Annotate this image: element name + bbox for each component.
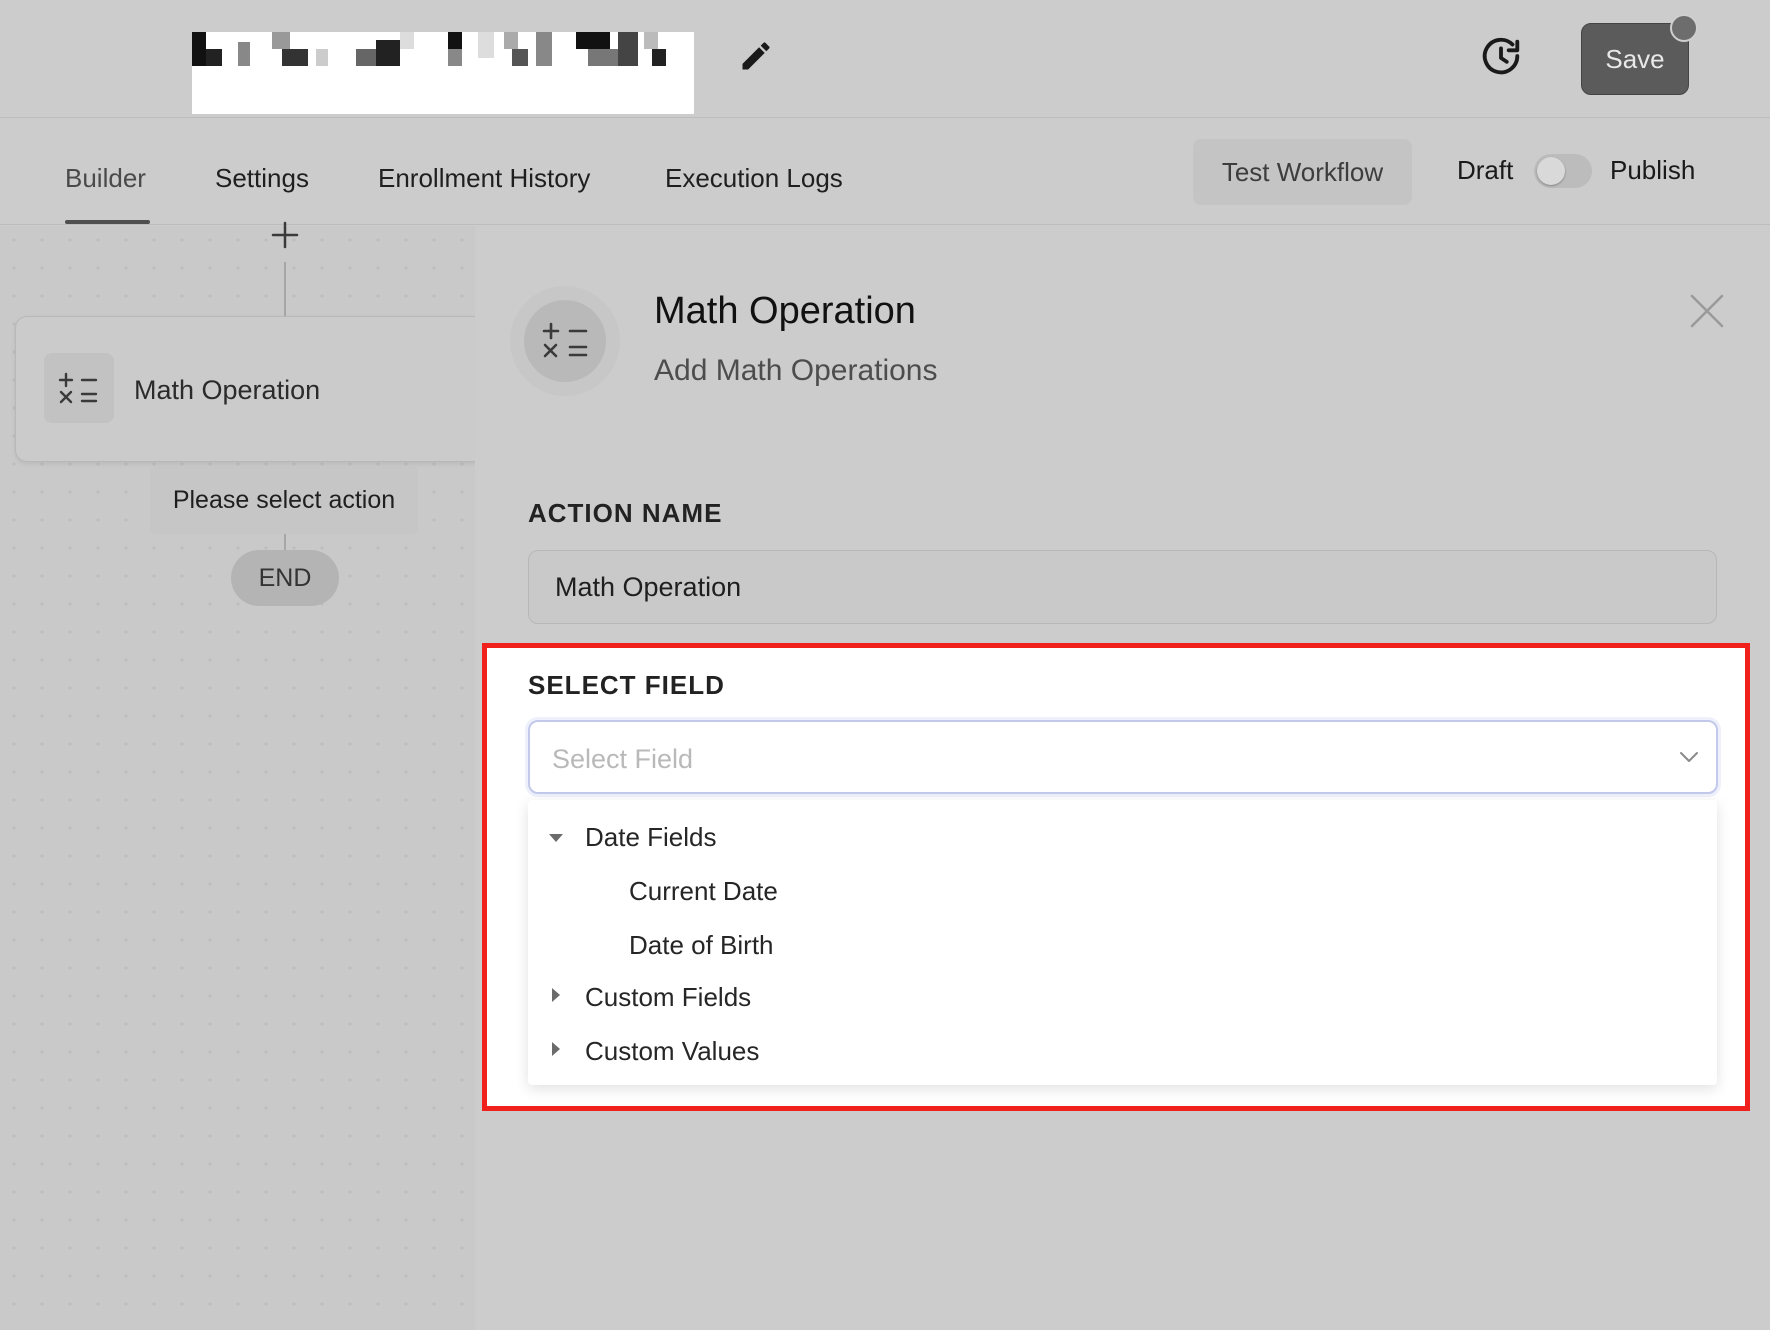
end-node: END	[231, 550, 339, 606]
connector-line	[284, 534, 286, 550]
action-name-label: ACTION NAME	[528, 498, 723, 528]
select-field-placeholder: Select Field	[552, 744, 694, 774]
tab-builder[interactable]: Builder	[65, 163, 146, 194]
unsaved-indicator-dot	[1670, 14, 1698, 42]
math-operation-icon	[58, 372, 98, 404]
action-name-input[interactable]: Math Operation	[528, 550, 1717, 624]
chevron-down-icon	[1680, 752, 1698, 762]
caret-right-icon[interactable]	[552, 1042, 560, 1056]
add-step-plus-icon[interactable]	[270, 220, 300, 250]
publish-toggle[interactable]	[1534, 154, 1592, 188]
tab-enrollment-history[interactable]: Enrollment History	[378, 163, 590, 194]
caret-down-icon[interactable]	[549, 834, 563, 842]
test-workflow-button[interactable]: Test Workflow	[1193, 139, 1412, 205]
workflow-title-redacted	[192, 32, 694, 114]
math-operation-node[interactable]: Math Operation	[15, 316, 485, 462]
close-icon[interactable]	[1688, 292, 1726, 330]
workflow-tabs-bar: Builder Settings Enrollment History Exec…	[0, 119, 1770, 225]
pencil-edit-icon[interactable]	[738, 38, 774, 74]
option-current-date[interactable]: Current Date	[629, 876, 778, 907]
select-action-hint[interactable]: Please select action	[150, 466, 418, 534]
panel-subtitle: Add Math Operations	[654, 354, 938, 387]
math-operation-icon	[542, 322, 588, 358]
field-options-menu: Date Fields Current Date Date of Birth C…	[528, 800, 1717, 1085]
panel-title: Math Operation	[654, 290, 916, 332]
connector-line	[284, 262, 286, 316]
group-label: Custom Values	[585, 1036, 760, 1066]
group-label: Date Fields	[585, 822, 717, 852]
publish-label: Publish	[1610, 155, 1696, 185]
tab-settings[interactable]: Settings	[215, 163, 309, 194]
top-bar: Save	[0, 0, 1770, 118]
panel-icon-circle	[510, 286, 620, 396]
select-field-label: SELECT FIELD	[528, 670, 725, 700]
tab-execution-logs[interactable]: Execution Logs	[665, 163, 843, 194]
draft-label: Draft	[1457, 155, 1514, 185]
toggle-knob	[1537, 157, 1565, 185]
version-history-icon[interactable]	[1478, 34, 1524, 80]
node-icon-box	[44, 353, 114, 423]
caret-right-icon[interactable]	[552, 988, 560, 1002]
node-label: Math Operation	[134, 375, 321, 405]
active-tab-indicator	[65, 220, 150, 224]
select-field-dropdown[interactable]: Select Field	[528, 720, 1718, 794]
option-date-of-birth[interactable]: Date of Birth	[629, 930, 774, 961]
group-label: Custom Fields	[585, 982, 752, 1012]
